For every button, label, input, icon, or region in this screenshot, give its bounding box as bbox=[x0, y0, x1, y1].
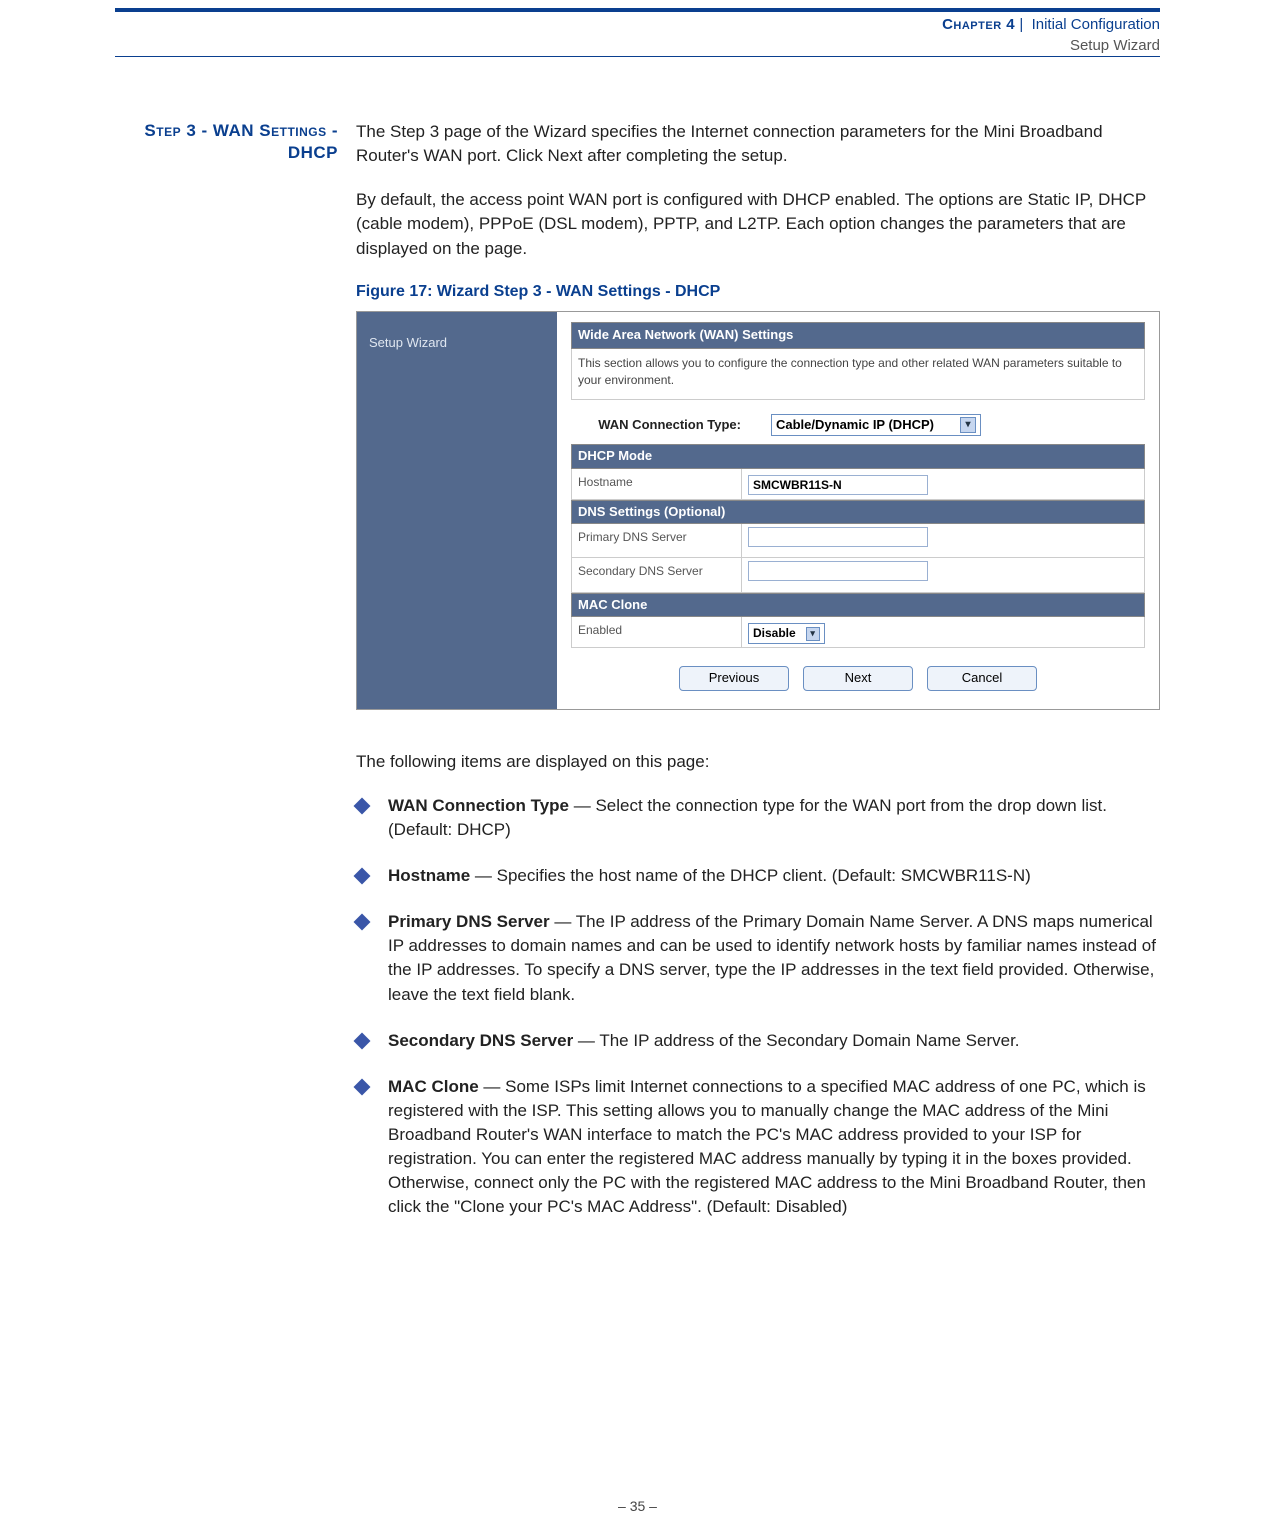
list-item-term: WAN Connection Type bbox=[388, 796, 569, 815]
figure-screenshot: Setup Wizard Wide Area Network (WAN) Set… bbox=[356, 311, 1160, 709]
chevron-down-icon: ▾ bbox=[806, 627, 820, 641]
dns-settings-heading: DNS Settings (Optional) bbox=[571, 500, 1145, 524]
wan-settings-desc: This section allows you to configure the… bbox=[571, 349, 1145, 400]
diamond-icon bbox=[354, 914, 371, 931]
mac-enabled-value: Disable bbox=[753, 625, 796, 642]
hostname-input[interactable]: SMCWBR11S-N bbox=[748, 475, 928, 495]
top-rule bbox=[115, 8, 1160, 12]
diamond-icon bbox=[354, 868, 371, 885]
primary-dns-input[interactable] bbox=[748, 527, 928, 547]
mac-enabled-select[interactable]: Disable ▾ bbox=[748, 623, 825, 644]
figure-caption: Figure 17: Wizard Step 3 - WAN Settings … bbox=[356, 281, 1160, 304]
chapter-title: Initial Configuration bbox=[1032, 16, 1160, 33]
chapter-label: Chapter 4 bbox=[942, 16, 1015, 33]
list-intro: The following items are displayed on thi… bbox=[356, 750, 1160, 774]
paragraph-intro-2: By default, the access point WAN port is… bbox=[356, 188, 1160, 260]
wan-connection-type-select[interactable]: Cable/Dynamic IP (DHCP) ▾ bbox=[771, 414, 981, 436]
list-item-term: Secondary DNS Server bbox=[388, 1031, 573, 1050]
header-rule bbox=[115, 56, 1160, 57]
wan-connection-type-label: WAN Connection Type: bbox=[571, 416, 771, 434]
primary-dns-row: Primary DNS Server bbox=[571, 524, 1145, 558]
diamond-icon bbox=[354, 1032, 371, 1049]
hostname-row: Hostname SMCWBR11S-N bbox=[571, 469, 1145, 500]
mac-enabled-row: Enabled Disable ▾ bbox=[571, 617, 1145, 648]
previous-button[interactable]: Previous bbox=[679, 666, 789, 690]
list-item-term: Hostname bbox=[388, 866, 470, 885]
secondary-dns-label: Secondary DNS Server bbox=[572, 558, 742, 591]
wizard-sidebar: Setup Wizard bbox=[357, 312, 557, 708]
page-header: Chapter 4 | Initial Configuration Setup … bbox=[115, 14, 1160, 56]
list-item: WAN Connection Type — Select the connect… bbox=[356, 794, 1160, 842]
item-list: WAN Connection Type — Select the connect… bbox=[356, 794, 1160, 1220]
wan-connection-type-value: Cable/Dynamic IP (DHCP) bbox=[776, 416, 934, 434]
list-item: MAC Clone — Some ISPs limit Internet con… bbox=[356, 1075, 1160, 1220]
list-item-desc: — The IP address of the Secondary Domain… bbox=[573, 1031, 1019, 1050]
list-item-desc: — Some ISPs limit Internet connections t… bbox=[388, 1077, 1146, 1217]
chapter-subtitle: Setup Wizard bbox=[115, 35, 1160, 56]
diamond-icon bbox=[354, 797, 371, 814]
mac-clone-heading: MAC Clone bbox=[571, 593, 1145, 617]
list-item: Primary DNS Server — The IP address of t… bbox=[356, 910, 1160, 1007]
mac-enabled-label: Enabled bbox=[572, 617, 742, 647]
secondary-dns-input[interactable] bbox=[748, 561, 928, 581]
primary-dns-label: Primary DNS Server bbox=[572, 524, 742, 557]
diamond-icon bbox=[354, 1078, 371, 1095]
header-separator: | bbox=[1019, 16, 1023, 33]
wizard-sidebar-label: Setup Wizard bbox=[369, 335, 447, 350]
cancel-button[interactable]: Cancel bbox=[927, 666, 1037, 690]
list-item-term: MAC Clone bbox=[388, 1077, 479, 1096]
chevron-down-icon: ▾ bbox=[960, 417, 976, 433]
list-item: Secondary DNS Server — The IP address of… bbox=[356, 1029, 1160, 1053]
list-item: Hostname — Specifies the host name of th… bbox=[356, 864, 1160, 888]
next-button[interactable]: Next bbox=[803, 666, 913, 690]
secondary-dns-row: Secondary DNS Server bbox=[571, 558, 1145, 592]
wizard-main-panel: Wide Area Network (WAN) Settings This se… bbox=[557, 312, 1159, 708]
dhcp-mode-heading: DHCP Mode bbox=[571, 444, 1145, 468]
wan-settings-title: Wide Area Network (WAN) Settings bbox=[571, 322, 1145, 348]
hostname-label: Hostname bbox=[572, 469, 742, 499]
page-number: – 35 – bbox=[0, 1498, 1275, 1514]
list-item-term: Primary DNS Server bbox=[388, 912, 550, 931]
section-side-heading: Step 3 - WAN Settings - DHCP bbox=[115, 120, 356, 164]
list-item-desc: — Specifies the host name of the DHCP cl… bbox=[470, 866, 1031, 885]
paragraph-intro-1: The Step 3 page of the Wizard specifies … bbox=[356, 120, 1160, 168]
